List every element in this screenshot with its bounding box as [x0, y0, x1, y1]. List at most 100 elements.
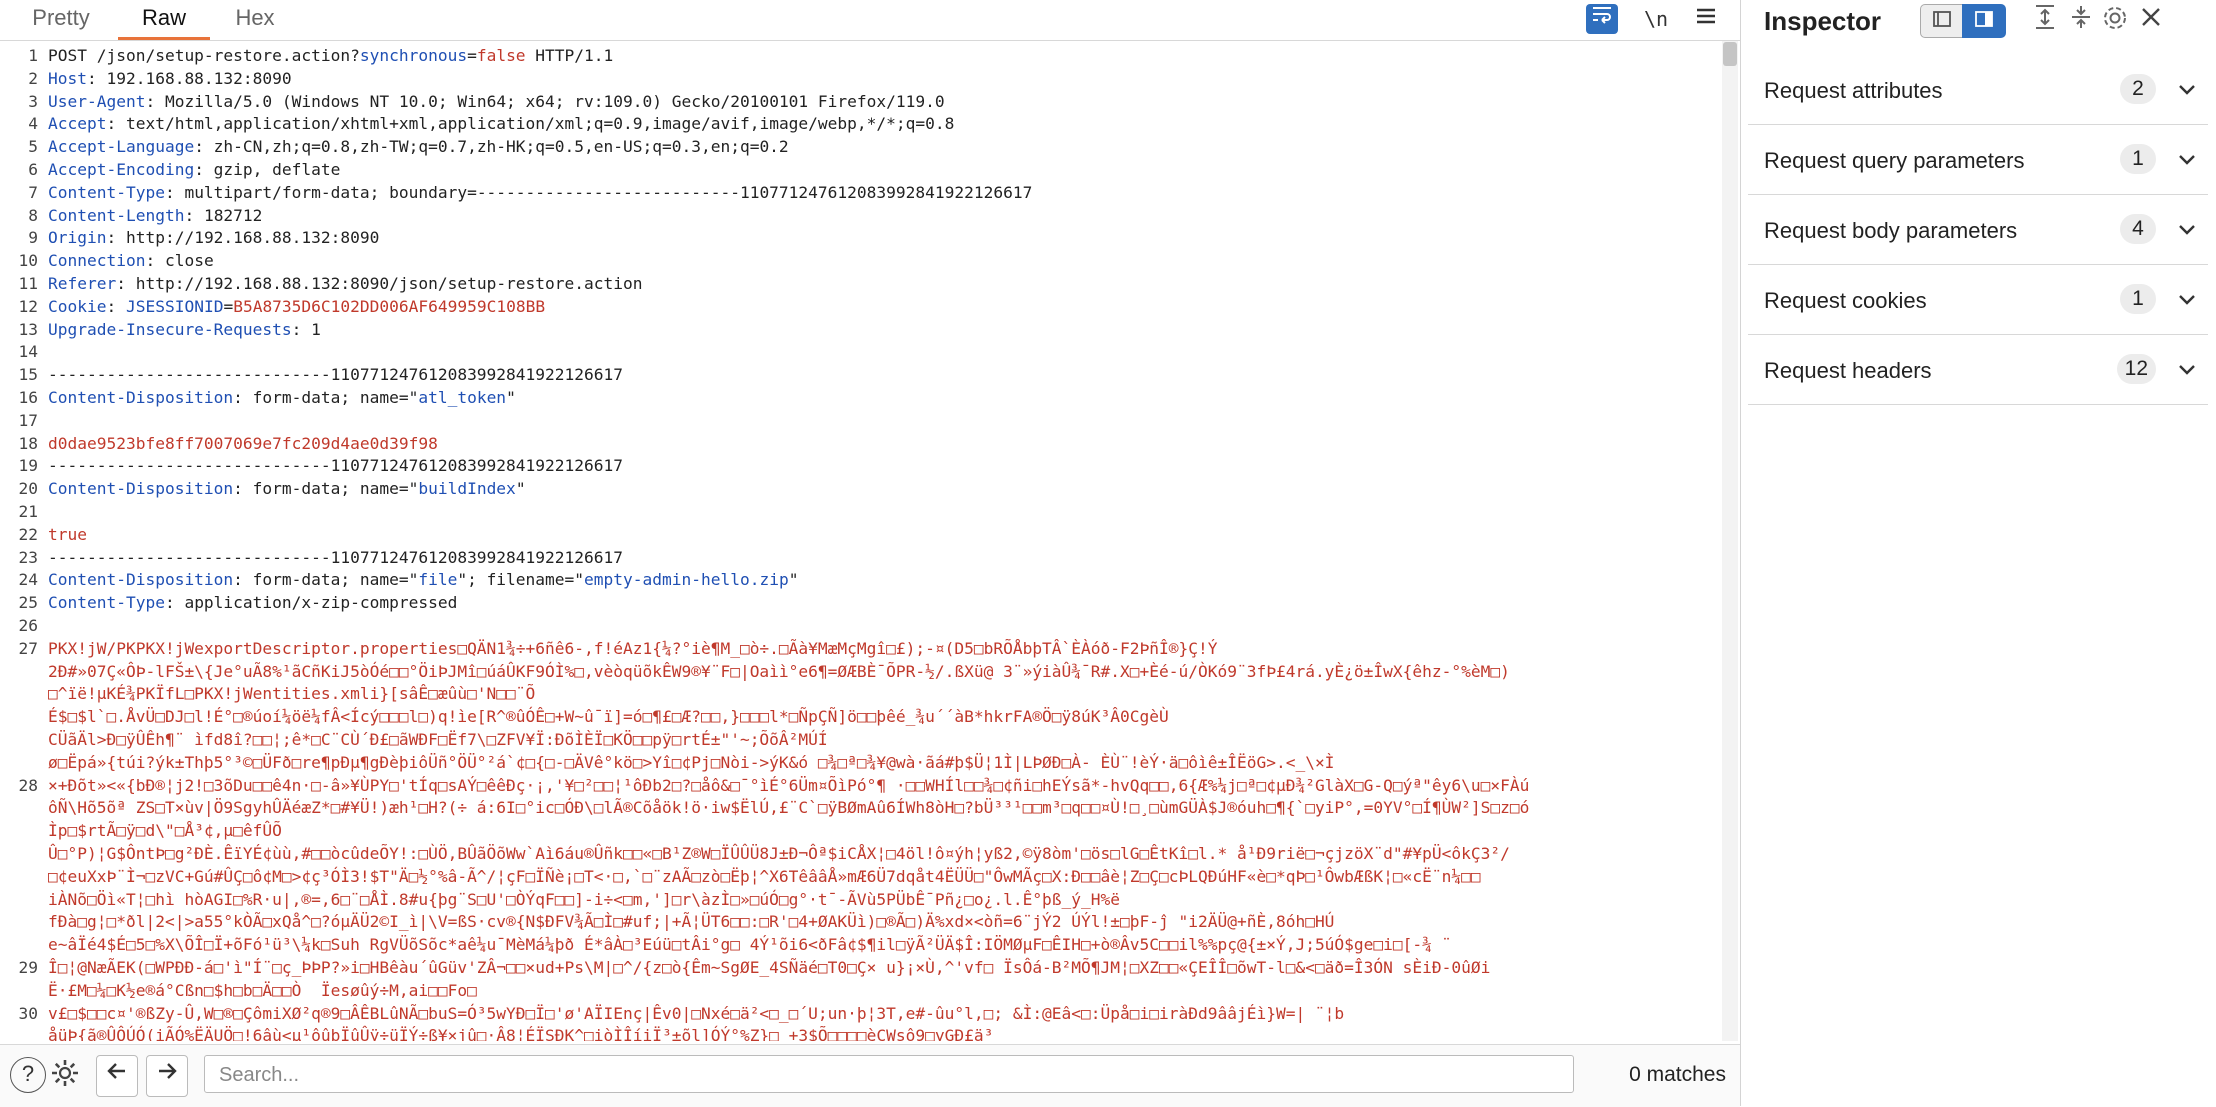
token: : application/x-zip-compressed [164, 593, 458, 613]
token: åüÞ{ã®ÛÔÚÓ(iÃÓ%ËÄUÖ□!6âù<µ¹ôûþÏûÛÿ÷üÏÝ÷ß… [48, 1026, 994, 1041]
token: "; filename=" [457, 570, 585, 590]
inspector-title: Inspector [1764, 6, 1882, 36]
token: : http://192.168.88.132:8090 [106, 228, 380, 248]
tab-hex[interactable]: Hex [222, 0, 288, 40]
line-number: 28 [18, 775, 39, 795]
chevron-down-icon[interactable] [2178, 354, 2196, 384]
line-content: Referer: http://192.168.88.132:8090/json… [48, 273, 643, 296]
line-number: 6 [28, 160, 38, 179]
section-request-attributes[interactable]: Request attributes 2 [1748, 56, 2208, 125]
section-request-query-parameters[interactable]: Request query parameters 1 [1748, 126, 2208, 195]
line-content: Accept-Encoding: gzip, deflate [48, 159, 340, 182]
count-badge: 2 [2120, 74, 2156, 104]
section-label: Request cookies [1764, 288, 1927, 313]
section-request-cookies[interactable]: Request cookies 1 [1748, 266, 2208, 335]
arrow-left-icon[interactable] [96, 1055, 138, 1097]
token: Ìp□$rtÃ□ÿ□d\"□Å³¢,µ□êfÛÕ [48, 821, 282, 841]
tab-raw[interactable]: Raw [118, 0, 210, 40]
line-content: Î□¦@NæÃEK(□WPÐÐ-á□'ì"Í¨□ç_ÞÞP?»i□HBêàu´û… [48, 957, 1490, 980]
token: POST /json/setup-restore.action? [48, 46, 360, 65]
token: Referer [48, 274, 117, 293]
chevron-down-icon[interactable] [2178, 214, 2196, 244]
line-number: 21 [18, 502, 39, 521]
arrow-right-icon[interactable] [146, 1055, 188, 1097]
wrap-lines-icon[interactable] [1586, 4, 1618, 34]
token: É$□$l`□.ÅvÜ□DJ□l!É°□®úoí¼öë¼fÂ<Ícý□□□l□)… [48, 707, 1169, 727]
token: -----------------------------11077124761… [48, 547, 623, 567]
line-number: 13 [18, 319, 39, 339]
expand-all-icon[interactable] [2028, 4, 2062, 38]
view-tabbar: Pretty Raw Hex \n [0, 0, 1740, 41]
raw-request-editor[interactable]: 1 POST /json/setup-restore.action?synchro… [0, 41, 1722, 1041]
token: ôÑ\Hõ5õª ZS□T×ùv|Ö9SgyhÛÄéæZ*□#¥Ü!)æh¹□H… [48, 798, 1530, 818]
line-number: 17 [18, 410, 39, 430]
tab-pretty[interactable]: Pretty [18, 0, 104, 40]
settings-gear-icon[interactable] [48, 1057, 82, 1091]
line-content: Content-Length: 182712 [48, 205, 262, 228]
token: ø□Ëpá»{túi?ýk±Thþ5°³©□ÜFð□re¶pÐµ¶gÐèþiôÜ… [48, 752, 1335, 772]
token: empty-admin-hello.zip [584, 570, 789, 590]
layout-list-icon[interactable] [1920, 4, 1964, 38]
token: file [418, 570, 458, 590]
line-number: 16 [18, 388, 39, 407]
line-content: -----------------------------11077124761… [48, 455, 623, 478]
token: ×+Ðõt»<«{bÐ®¦j2!□3õDu□□ê4n·□-â»¥ÙPY□'tÍq… [48, 775, 1530, 795]
line-content: 2Ð#»07Ç«ÔÞ-lFŠ±\{Je°uÃ8%¹ãCñKiJ5òÓé□□°Öi… [48, 661, 1510, 684]
chevron-down-icon[interactable] [2178, 144, 2196, 174]
token: B5A8735D6C102DD006AF649959C108BB [233, 296, 546, 316]
close-icon[interactable] [2134, 4, 2168, 38]
token: v£□$□□c¤'®ßZy-Û,W□®□ÇômiXØ²q®9□ÂÊBLûNÃ□b… [48, 1003, 1345, 1023]
show-newlines-toggle[interactable]: \n [1640, 4, 1672, 34]
line-content: Accept-Language: zh-CN,zh;q=0.8,zh-TW;q=… [48, 136, 789, 159]
collapse-all-icon[interactable] [2064, 4, 2098, 38]
token: true [48, 524, 87, 544]
line-content: □¢euXxÞ¨Ì¬□zVC+Gú#ÛÇ□ô¢M□>¢ç³ÓÌ3!$T"Ä□½°… [48, 866, 1481, 889]
token: Accept-Encoding [48, 160, 195, 179]
section-request-headers[interactable]: Request headers 12 [1748, 336, 2208, 405]
token: Content-Disposition [48, 570, 234, 590]
token: " [788, 570, 799, 590]
line-number: 2 [28, 68, 38, 88]
count-badge: 1 [2120, 144, 2156, 174]
line-content: Cookie: JSESSIONID=B5A8735D6C102DD006AF6… [48, 296, 545, 319]
editor-scrollbar-thumb[interactable] [1723, 42, 1737, 66]
token: : http://192.168.88.132:8090/json/setup-… [116, 274, 643, 293]
inspector-settings-icon[interactable] [2098, 4, 2132, 38]
chevron-down-icon[interactable] [2178, 74, 2196, 104]
editor-scrollbar[interactable] [1722, 41, 1738, 1041]
line-number: 30 [18, 1003, 39, 1023]
line-number: 3 [28, 91, 38, 111]
chevron-down-icon[interactable] [2178, 284, 2196, 314]
line-content: User-Agent: Mozilla/5.0 (Windows NT 10.0… [48, 91, 945, 114]
line-number: 10 [18, 251, 39, 271]
token: atl_token [418, 388, 507, 407]
token: Accept-Language [48, 137, 195, 157]
message-editor-pane: Pretty Raw Hex \n 1 POST /json/setup-rest… [0, 0, 1741, 1107]
line-content: Content-Type: application/x-zip-compress… [48, 592, 457, 615]
line-content: ø□Ëpá»{túi?ýk±Thþ5°³©□ÜFð□re¶pÐµ¶gÐèþiôÜ… [48, 752, 1334, 775]
token: : 192.168.88.132:8090 [86, 68, 292, 88]
line-content: åüÞ{ã®ÛÔÚÓ(iÃÓ%ËÄUÖ□!6âù<µ¹ôûþÏûÛÿ÷üÏÝ÷ß… [48, 1025, 993, 1041]
help-icon[interactable]: ? [10, 1057, 46, 1093]
layout-side-panel-icon[interactable] [1962, 4, 2006, 38]
inspector-header: Inspector [1748, 0, 2216, 48]
hamburger-menu-icon[interactable] [1690, 4, 1722, 34]
line-number: 8 [28, 205, 38, 225]
search-input[interactable]: Search... [204, 1055, 1574, 1093]
line-number: 4 [28, 114, 38, 134]
token: JSESSIONID [125, 296, 224, 316]
token: Content-Disposition [48, 388, 234, 407]
token: □¢euXxÞ¨Ì¬□zVC+Gú#ÛÇ□ô¢M□>¢ç³ÓÌ3!$T"Ä□½°… [48, 866, 1481, 886]
token: iÀNõ□Öì«T¦□hì hòAGI□%R·u|,®=,6□¨□ÅÌ.8#u{… [48, 889, 1121, 909]
line-content: Content-Disposition: form-data; name="bu… [48, 478, 526, 501]
line-content: Û□°P)¦G$ÔntÞ□g²ÐÈ.ÊïYÉ¢ùù,#□□òcûdeÕY!:□Ù… [48, 843, 1510, 866]
token: synchronous [359, 46, 468, 65]
line-content: PKX!jW/PKPKX!jWexportDescriptor.properti… [48, 638, 1217, 661]
line-content: □^ïë!µKÉ¾PKÏfL□PKX!jWentities.xmli}[sâÊ□… [48, 683, 535, 706]
token: Content-Disposition [48, 479, 234, 499]
section-label: Request attributes [1764, 78, 1943, 103]
token: : close [145, 251, 214, 271]
section-request-body-parameters[interactable]: Request body parameters 4 [1748, 196, 2208, 265]
token: -----------------------------11077124761… [48, 365, 623, 385]
token: = [223, 296, 234, 316]
